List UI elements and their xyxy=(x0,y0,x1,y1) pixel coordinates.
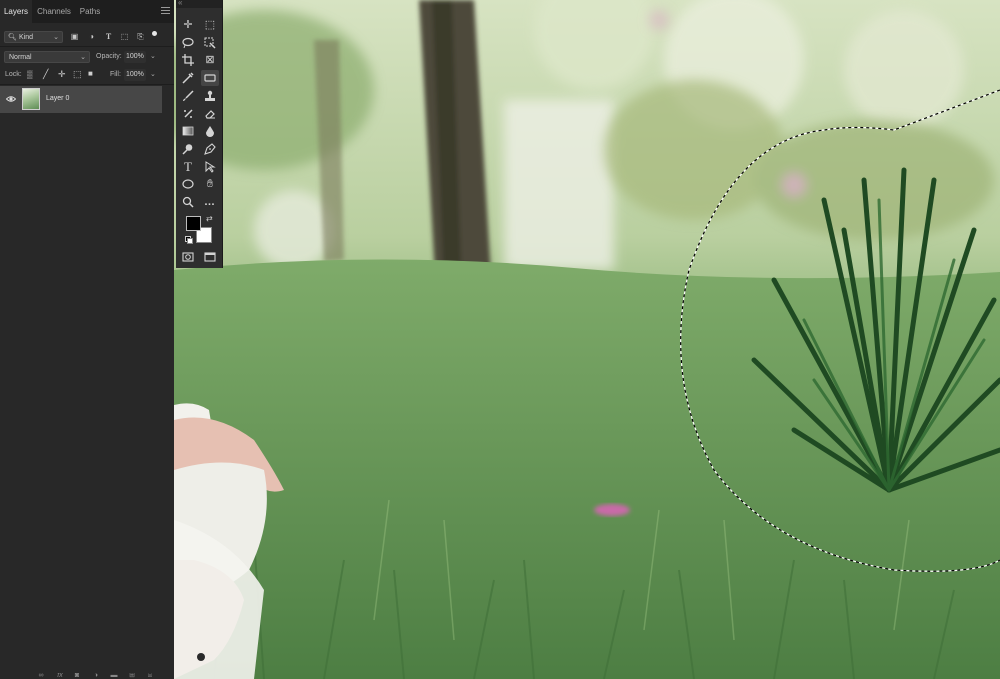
path-select-tool-icon[interactable] xyxy=(201,159,219,175)
lock-image-brush-icon[interactable]: ╱ xyxy=(43,69,48,80)
screen-mode-icon[interactable] xyxy=(201,249,219,265)
quick-mask-icon[interactable] xyxy=(179,249,197,265)
opacity-value: 100% xyxy=(126,53,144,60)
layer-name[interactable]: Layer 0 xyxy=(46,95,69,102)
layer-row[interactable]: Layer 0 xyxy=(0,86,162,113)
foreground-color-swatch[interactable] xyxy=(186,216,201,231)
photo-image xyxy=(174,0,1000,679)
lock-position-icon[interactable]: ✛ xyxy=(58,69,66,80)
fill-value: 100% xyxy=(126,71,144,78)
fill-chevron-icon[interactable]: ⌄ xyxy=(150,70,156,78)
lasso-tool-icon[interactable] xyxy=(179,35,197,51)
search-icon: 🔍︎ xyxy=(8,34,17,41)
hand-tool-icon[interactable]: ✋︎ xyxy=(201,176,219,192)
fill-input[interactable]: 100% xyxy=(124,69,146,81)
filter-toggle-icon[interactable] xyxy=(152,31,157,36)
dodge-tool-icon[interactable] xyxy=(179,141,197,157)
move-tool-icon[interactable]: ✛ xyxy=(179,17,197,33)
clone-stamp-tool-icon[interactable] xyxy=(201,88,219,104)
pixel-filter-icon[interactable]: ▣ xyxy=(70,33,79,41)
layer-thumbnail xyxy=(22,88,40,110)
blend-mode-dropdown[interactable]: Normal ⌄ xyxy=(4,51,90,63)
toolbar-header[interactable]: « xyxy=(176,0,222,8)
tab-paths[interactable]: Paths xyxy=(76,0,104,23)
type-tool-icon[interactable]: T xyxy=(179,159,197,175)
gradient-tool-icon[interactable] xyxy=(179,123,197,139)
group-folder-icon[interactable]: ▬ xyxy=(110,673,118,679)
filter-kind-dropdown[interactable]: 🔍︎ Kind ⌄ xyxy=(4,31,63,43)
blend-mode-value: Normal xyxy=(9,54,32,61)
smart-object-filter-icon[interactable]: ⎘ xyxy=(136,33,145,41)
opacity-chevron-icon[interactable]: ⌄ xyxy=(150,52,156,60)
more-tools-icon[interactable]: … xyxy=(201,194,219,210)
link-icon[interactable]: ∞ xyxy=(37,673,45,679)
adjustment-icon[interactable]: ◑ xyxy=(92,673,100,679)
panel-menu-icon[interactable] xyxy=(161,7,170,15)
trash-icon[interactable]: ⌸ xyxy=(146,673,154,679)
shape-filter-icon[interactable]: ⬚ xyxy=(120,33,129,41)
new-layer-icon[interactable]: ⊞ xyxy=(128,673,136,679)
chevron-down-icon: ⌄ xyxy=(53,34,59,41)
tab-channels[interactable]: Channels xyxy=(33,0,75,23)
layers-bottom-bar: ∞ fx ◙ ◑ ▬ ⊞ ⌸ xyxy=(0,671,174,679)
layers-panel: Layers Channels Paths 🔍︎ Kind ⌄ ▣ ◑ T ⬚ … xyxy=(0,0,174,679)
type-filter-icon[interactable]: T xyxy=(104,33,113,41)
adjustment-filter-icon[interactable]: ◑ xyxy=(87,33,96,41)
lock-artboard-icon[interactable]: ⬚ xyxy=(73,69,82,80)
filter-kind-value: Kind xyxy=(19,34,34,41)
brush-tool-icon[interactable] xyxy=(179,88,197,104)
crop-tool-icon[interactable] xyxy=(179,52,197,68)
panel-tab-bar: Layers Channels Paths xyxy=(0,0,174,23)
eyedropper-tool-icon[interactable] xyxy=(179,70,197,86)
eye-visibility-icon[interactable] xyxy=(6,95,16,103)
spot-heal-tool-icon[interactable] xyxy=(201,70,219,86)
divider xyxy=(0,46,174,47)
frame-tool-icon[interactable]: ⊠ xyxy=(201,52,219,68)
swap-colors-icon[interactable]: ⇄ xyxy=(206,214,213,223)
fx-icon[interactable]: fx xyxy=(56,673,64,679)
tools-panel: « ✛ ⬚ ⊠ T ✋︎ … ⇄ xyxy=(176,0,223,268)
opacity-input[interactable]: 100% xyxy=(124,51,146,63)
history-brush-tool-icon[interactable] xyxy=(179,106,197,122)
eraser-tool-icon[interactable] xyxy=(201,106,219,122)
object-select-tool-icon[interactable] xyxy=(201,35,219,51)
mask-icon[interactable]: ◙ xyxy=(73,673,81,679)
lock-transparent-icon[interactable]: ▒ xyxy=(27,70,33,79)
chevron-down-icon: ⌄ xyxy=(80,54,86,61)
divider xyxy=(0,84,174,85)
lock-label: Lock: xyxy=(5,71,22,78)
zoom-tool-icon[interactable] xyxy=(179,194,197,210)
tab-layers[interactable]: Layers xyxy=(0,0,32,23)
marquee-tool-icon[interactable]: ⬚ xyxy=(201,17,219,33)
lock-all-icon[interactable]: ■ xyxy=(88,69,93,78)
document-canvas[interactable] xyxy=(174,0,1000,679)
opacity-label: Opacity: xyxy=(96,53,122,60)
pen-tool-icon[interactable] xyxy=(201,141,219,157)
default-colors-icon[interactable] xyxy=(185,236,193,244)
ellipse-tool-icon[interactable] xyxy=(179,176,197,192)
fill-label: Fill: xyxy=(110,71,121,78)
blur-tool-icon[interactable] xyxy=(201,123,219,139)
